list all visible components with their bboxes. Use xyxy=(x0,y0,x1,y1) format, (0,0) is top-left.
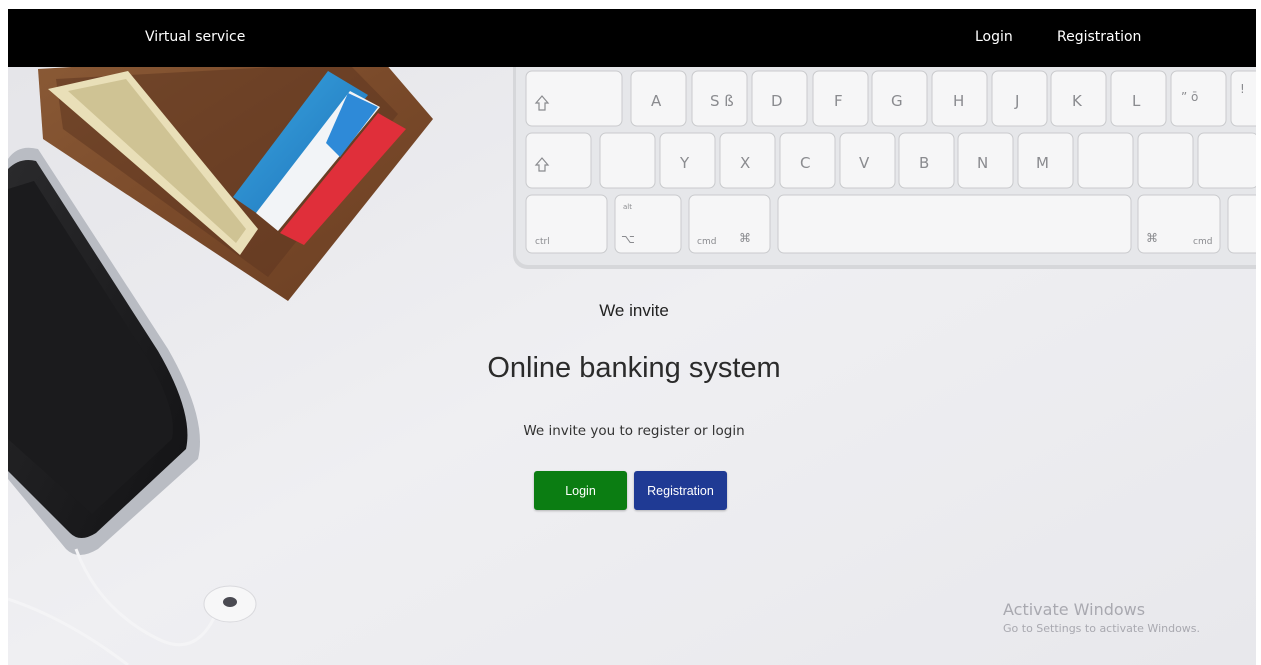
nav-registration-link[interactable]: Registration xyxy=(1057,29,1141,45)
watermark-subtitle: Go to Settings to activate Windows. xyxy=(1003,622,1201,635)
nav-login-link[interactable]: Login xyxy=(975,29,1013,45)
watermark-title: Activate Windows xyxy=(1003,600,1146,619)
registration-button[interactable]: Registration xyxy=(634,471,727,510)
activate-windows-watermark: Activate Windows Go to Settings to activ… xyxy=(1003,600,1200,635)
page-frame: A S ß D F G H J K L ” ō ! Y X C V B N M … xyxy=(8,9,1256,665)
login-button[interactable]: Login xyxy=(534,471,627,510)
hero-subtitle: We invite you to register or login xyxy=(523,423,745,439)
page-title: Online banking system xyxy=(487,352,781,384)
brand-link[interactable]: Virtual service xyxy=(145,29,245,45)
hero-section: We invite Online banking system We invit… xyxy=(8,9,1256,665)
top-navbar: Virtual service Login Registration xyxy=(8,9,1256,67)
hero-kicker: We invite xyxy=(599,301,669,320)
